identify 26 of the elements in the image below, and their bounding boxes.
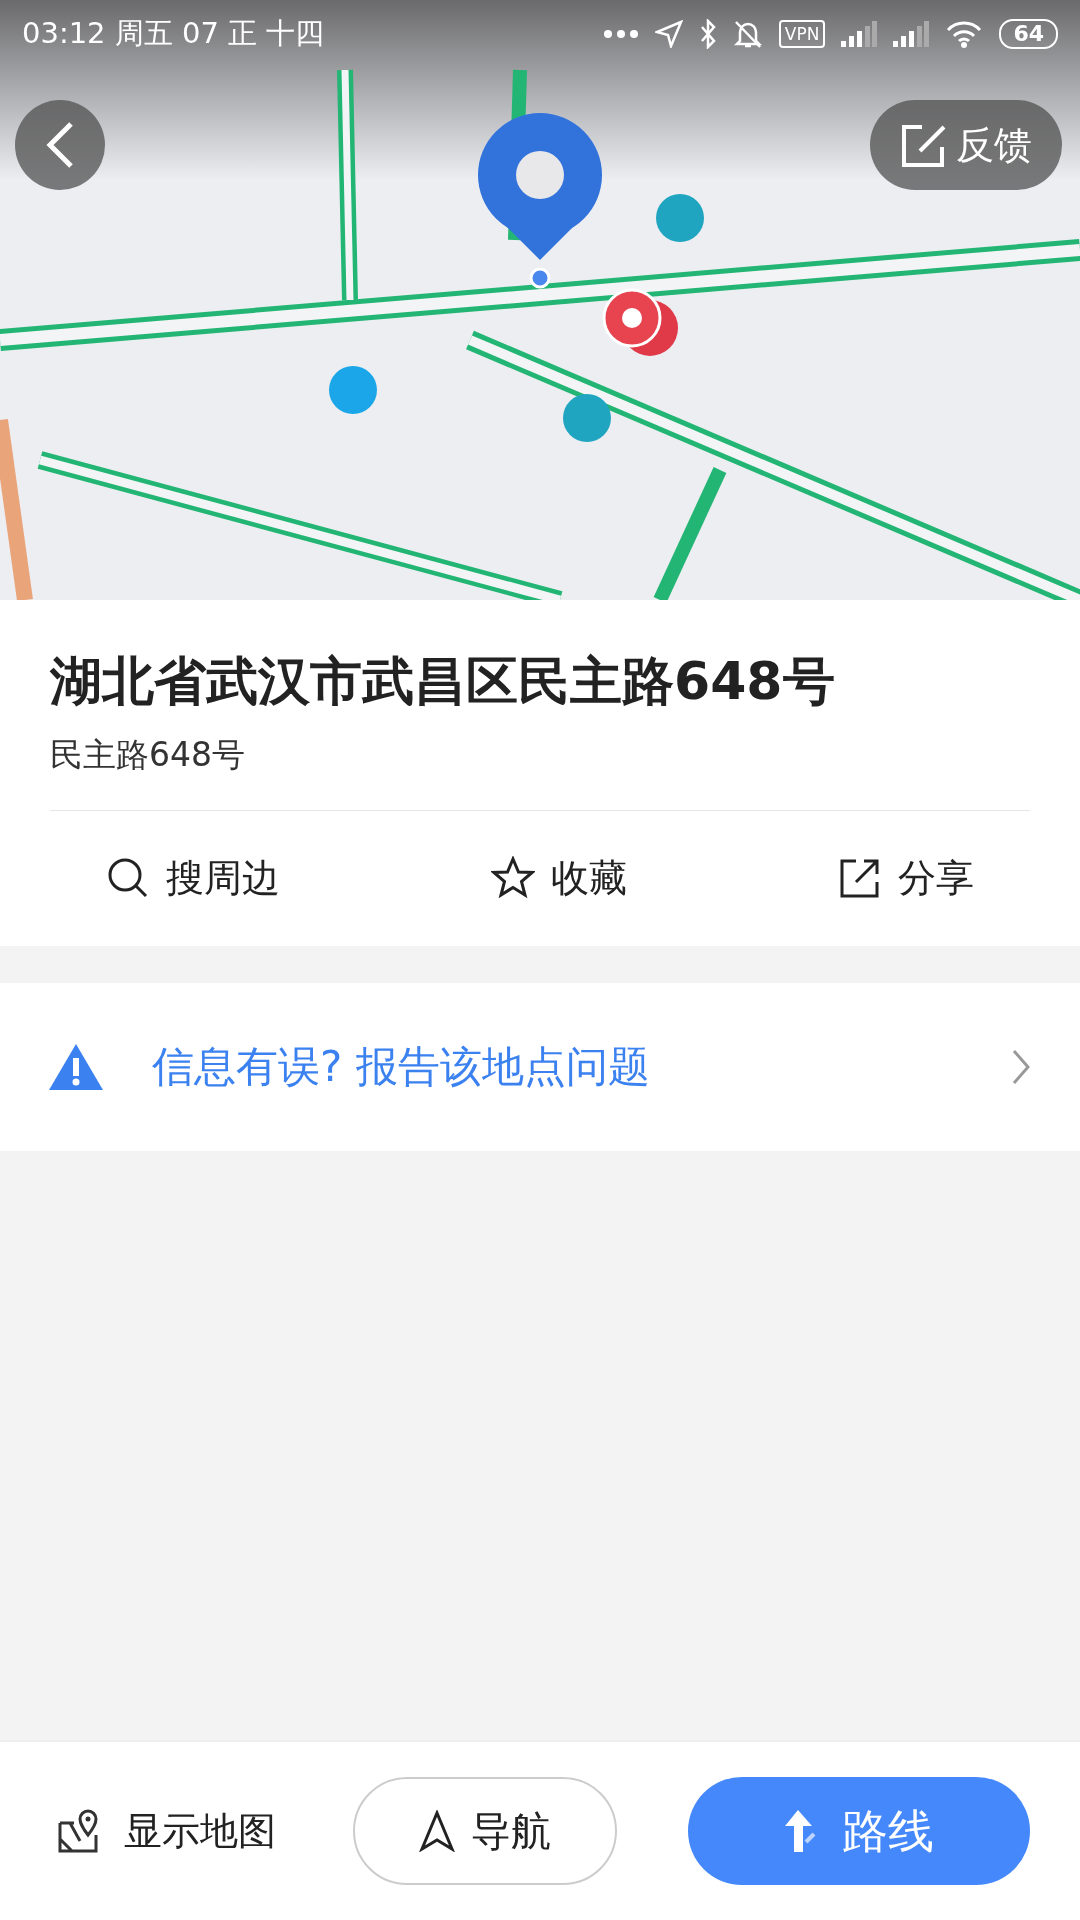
signal-icon [841, 21, 878, 47]
status-time: 03:12 周五 07 正 十四 [22, 15, 325, 53]
vpn-indicator: VPN [778, 20, 826, 48]
star-button[interactable]: 收藏 [485, 848, 633, 908]
show-map-button[interactable]: 显示地图 [50, 1801, 282, 1861]
location-dot-icon [529, 267, 551, 289]
location-arrow-icon [654, 20, 683, 48]
muted-bell-icon [732, 19, 763, 49]
up-arrow-icon [784, 1808, 818, 1854]
marker-icon[interactable] [602, 288, 678, 356]
star-icon [491, 856, 535, 901]
share-button[interactable]: 分享 [832, 848, 981, 908]
feedback-button[interactable]: 反馈 [870, 100, 1062, 190]
search-button[interactable]: 搜周边 [99, 848, 286, 908]
signal-icon [893, 21, 930, 47]
back-icon [45, 120, 75, 170]
map-pin-icon [56, 1809, 100, 1853]
location-pin-icon [478, 113, 602, 260]
more-icon [602, 29, 639, 39]
place-title: 湖北省武汉市武昌区民主路648号 [50, 650, 836, 713]
place-address: 民主路648号 [50, 730, 1030, 811]
navigation-arrow-icon [419, 1810, 455, 1852]
wifi-icon [945, 20, 984, 48]
battery-level: 64 [999, 19, 1058, 49]
bluetooth-icon [698, 19, 717, 49]
navigate-button[interactable]: 导航 [353, 1777, 617, 1885]
